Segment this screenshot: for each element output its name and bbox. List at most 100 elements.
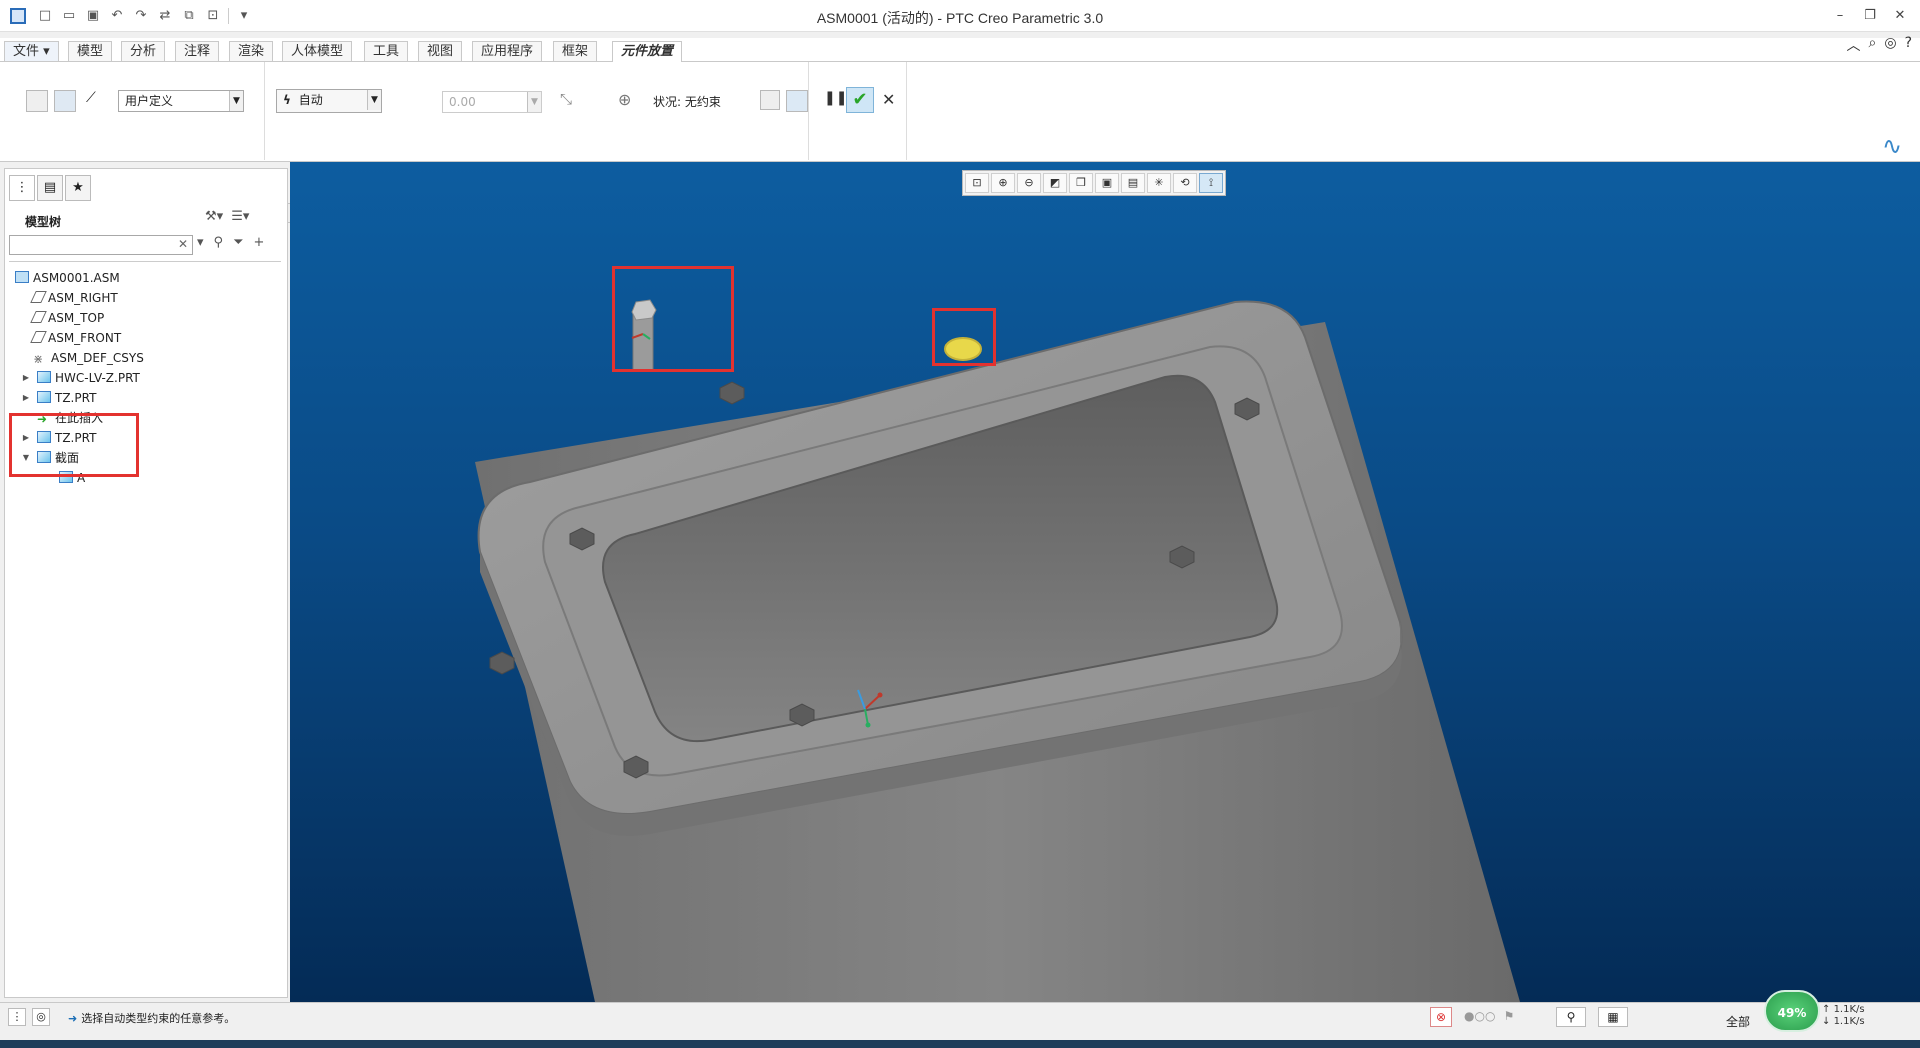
constraint-set-select[interactable]: 用户定义 ▼ xyxy=(118,90,244,112)
tree-node-label: ASM_FRONT xyxy=(48,331,122,345)
show-navigator-icon[interactable]: ⋮ xyxy=(8,1008,26,1026)
pause-button[interactable]: ❚❚ xyxy=(824,90,847,106)
selection-buffer-icon[interactable]: ▦ xyxy=(1598,1007,1628,1027)
chevron-down-icon: ▼ xyxy=(367,90,381,110)
tree-node-part[interactable]: ▶ TZ.PRT xyxy=(23,389,96,407)
tree-node-assembly[interactable]: ASM0001.ASM xyxy=(15,269,120,287)
ribbon-divider xyxy=(264,62,265,160)
tab-applications[interactable]: 应用程序 xyxy=(472,41,543,62)
ribbon-divider xyxy=(808,62,809,160)
tab-model[interactable]: 模型 xyxy=(68,41,113,62)
navigator-panel: ⋮ ▤ ★ 模型树 ⚒▾ ☰▾ ✕ ▾ ⚲ ⏷ + ASM0001.ASM AS… xyxy=(4,168,288,998)
tab-view[interactable]: 视图 xyxy=(418,41,463,62)
tree-node-datum-plane[interactable]: ASM_FRONT xyxy=(30,329,122,347)
tab-component-placement[interactable]: 元件放置 xyxy=(612,41,683,63)
show-menu-icon[interactable]: ☰▾ xyxy=(231,209,249,224)
zoom-in-icon[interactable]: ⊕ xyxy=(991,173,1015,193)
tree-node-datum-plane[interactable]: ASM_TOP xyxy=(30,309,105,327)
navigator-tabs: ⋮ ▤ ★ xyxy=(9,175,91,201)
restore-icon[interactable]: ❐ xyxy=(1860,6,1880,26)
flag-icon[interactable]: ⚑ xyxy=(1498,1007,1520,1027)
model-tree-search-input[interactable]: ✕ xyxy=(9,235,193,255)
help-icon[interactable]: ? xyxy=(1905,35,1912,55)
highlight-box xyxy=(9,413,139,477)
tab-analysis[interactable]: 分析 xyxy=(121,41,166,62)
cancel-button[interactable]: ✕ xyxy=(882,90,895,109)
favorites-tab-icon[interactable]: ★ xyxy=(65,175,91,201)
expand-icon[interactable]: ▶ xyxy=(21,369,31,387)
os-taskbar xyxy=(0,1040,1920,1048)
model-render xyxy=(475,299,1520,1002)
network-monitor: 49% xyxy=(1764,990,1820,1032)
ribbon-tab-bar: 文件 ▾ 模型 分析 注释 渲染 人体模型 工具 视图 应用程序 框架 元件放置 xyxy=(0,38,1920,63)
highlight-box xyxy=(612,266,734,372)
search-icon[interactable]: ⌕ xyxy=(1869,35,1877,55)
window-title: ASM0001 (活动的) - PTC Creo Parametric 3.0 xyxy=(816,10,1104,26)
selection-filter[interactable]: 全部 xyxy=(1726,1013,1750,1030)
constraint-icon[interactable] xyxy=(26,90,48,112)
assembly-window-icon[interactable] xyxy=(786,90,808,112)
move-constraint-icon[interactable] xyxy=(54,90,76,112)
tab-file-label: 文件 xyxy=(13,44,40,59)
assembly-icon xyxy=(15,271,29,283)
chevron-down-icon: ▼ xyxy=(229,91,243,111)
tab-tools[interactable]: 工具 xyxy=(364,41,409,62)
find-icon[interactable]: ⚲ xyxy=(1556,1007,1586,1027)
part-icon xyxy=(37,391,51,403)
regen-status-icon: ●○○ xyxy=(1464,1009,1496,1023)
tree-node-datum-plane[interactable]: ASM_RIGHT xyxy=(30,289,118,307)
add-column-icon[interactable]: + xyxy=(253,235,264,250)
constraint-set-value: 用户定义 xyxy=(125,94,174,108)
status-indicator: 状况: 无约束 xyxy=(653,93,721,110)
network-speed: ↑ 1.1K/s ↓ 1.1K/s xyxy=(1822,1004,1865,1027)
offset-value: 0.00 xyxy=(449,95,476,109)
constraint-type-value: 自动 xyxy=(298,93,323,107)
tab-render[interactable]: 渲染 xyxy=(229,41,274,62)
csys-icon: ⋇ xyxy=(33,352,44,366)
refit-icon[interactable]: ⊡ xyxy=(965,173,989,193)
tab-framework[interactable]: 框架 xyxy=(553,41,598,62)
datum-plane-icon xyxy=(30,291,47,303)
tree-node-csys[interactable]: ⋇ ASM_DEF_CSYS xyxy=(33,349,144,367)
view-manager-icon[interactable]: ▤ xyxy=(1121,173,1145,193)
placement-dashboard: ⟋ 用户定义 ▼ ϟ 自动 ▼ 0.00 ▼ ⤡ ⊕ 放置 移动 选项 挠性 属… xyxy=(0,62,1920,223)
show-browser-icon[interactable]: ◎ xyxy=(32,1008,50,1026)
model-tree-tab-icon[interactable]: ⋮ xyxy=(9,175,35,201)
community-icon[interactable]: ◎ xyxy=(1884,35,1896,55)
offset-input[interactable]: 0.00 ▼ xyxy=(442,91,542,113)
confirm-button[interactable]: ✔ xyxy=(846,87,874,113)
constraint-type-select[interactable]: ϟ 自动 ▼ xyxy=(276,89,382,113)
datum-display-icon[interactable]: ✳ xyxy=(1147,173,1171,193)
clear-search-icon[interactable]: ✕ xyxy=(178,237,188,251)
tree-settings-icon[interactable]: ⚒▾ xyxy=(205,209,223,224)
display-style-icon[interactable]: ❒ xyxy=(1069,173,1093,193)
chevron-down-icon: ▼ xyxy=(527,92,541,112)
saved-orientations-icon[interactable]: ▣ xyxy=(1095,173,1119,193)
spin-center-icon[interactable]: ⟲ xyxy=(1173,173,1197,193)
separate-window-icon[interactable] xyxy=(760,90,780,110)
datum-curve-icon: ∿ xyxy=(1881,132,1903,160)
find-icon[interactable]: ⚲ xyxy=(214,235,224,250)
tree-node-label: ASM_TOP xyxy=(48,311,105,325)
graphics-toolbar: ⊡ ⊕ ⊖ ◩ ❒ ▣ ▤ ✳ ⟲ ⟟ xyxy=(962,170,1226,196)
search-tools: ▾ ⚲ ⏷ + xyxy=(197,235,264,250)
tree-node-label: ASM_RIGHT xyxy=(48,291,118,305)
annotation-display-icon[interactable]: ⟟ xyxy=(1199,173,1223,193)
repaint-icon[interactable]: ◩ xyxy=(1043,173,1067,193)
tab-annotate[interactable]: 注释 xyxy=(175,41,220,62)
tab-manikin[interactable]: 人体模型 xyxy=(282,41,353,62)
close-icon[interactable]: ✕ xyxy=(1890,6,1910,26)
folder-browser-tab-icon[interactable]: ▤ xyxy=(37,175,63,201)
collapse-ribbon-icon[interactable]: ︿ xyxy=(1847,35,1861,55)
tree-node-part[interactable]: ▶ HWC-LV-Z.PRT xyxy=(23,369,140,387)
filter-icon[interactable]: ⏷ xyxy=(233,235,243,250)
tab-file[interactable]: 文件 ▾ xyxy=(4,41,59,62)
mechanism-connection-icon[interactable]: ⟋ xyxy=(86,90,108,112)
minimize-icon[interactable]: – xyxy=(1830,6,1850,26)
graphics-window[interactable]: ⊡ ⊕ ⊖ ◩ ❒ ▣ ▤ ✳ ⟲ ⟟ xyxy=(290,162,1920,1002)
zoom-out-icon[interactable]: ⊖ xyxy=(1017,173,1041,193)
stop-regen-icon[interactable]: ⊗ xyxy=(1430,1007,1452,1027)
flip-constraint-icon[interactable]: ⤡ xyxy=(560,90,582,112)
expand-icon[interactable]: ▶ xyxy=(21,389,31,407)
chevron-down-icon[interactable]: ▾ xyxy=(197,235,204,250)
